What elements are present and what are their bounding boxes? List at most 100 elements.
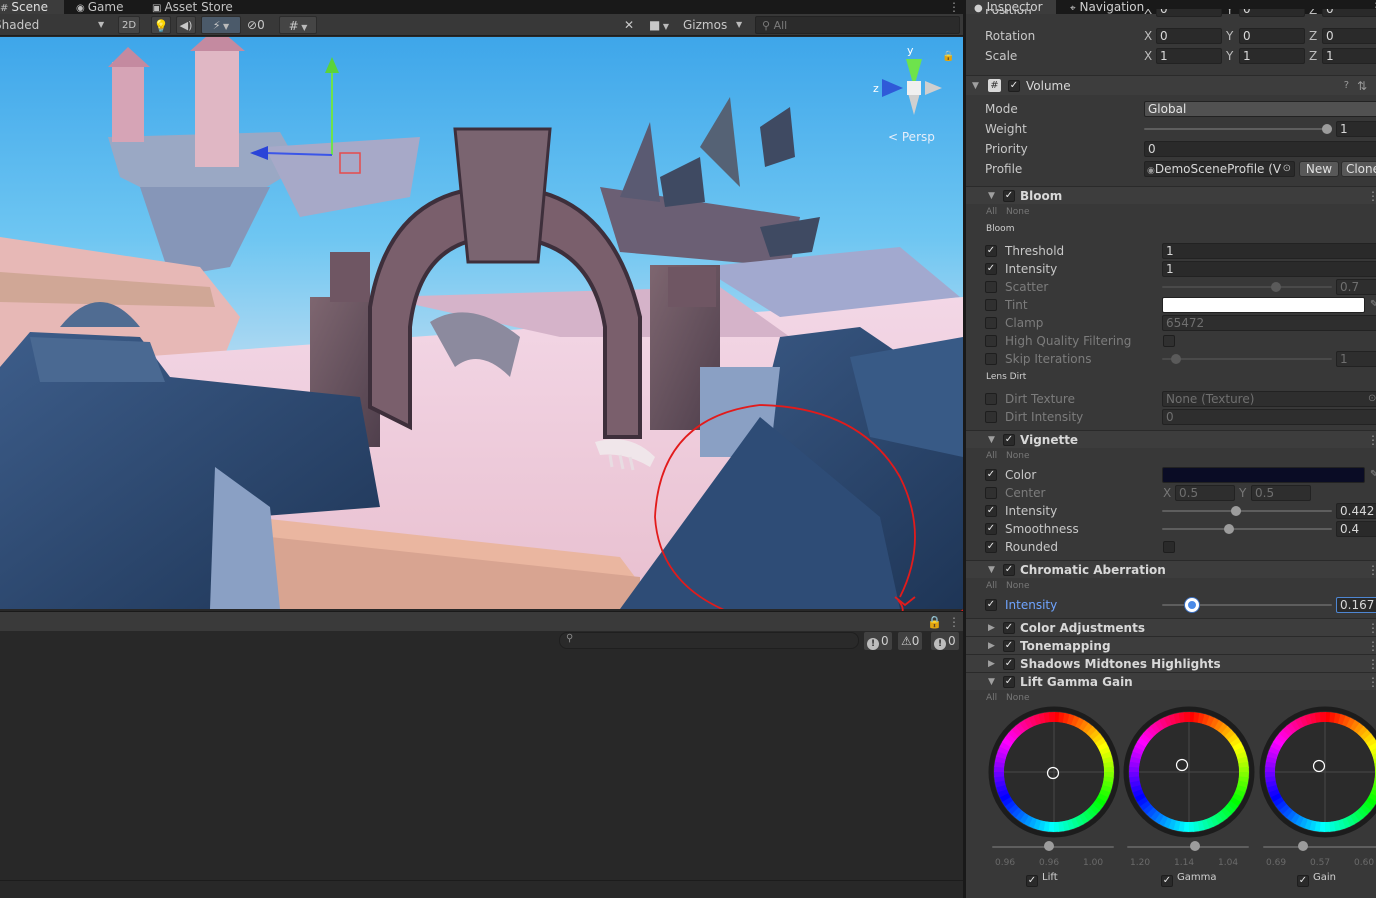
wheel-gain-override-checkbox[interactable]: ✓ [1297,875,1309,887]
skip-iterations-slider-handle[interactable] [1171,354,1181,364]
help-icon[interactable]: ? [1344,76,1349,96]
position-y-field[interactable]: 0 [1239,9,1305,17]
bloom-all-toggle[interactable]: All [986,207,997,217]
vignette-intensity-field[interactable]: 0.442 [1336,503,1376,519]
dirt-texture-field[interactable]: None (Texture) ⊙ [1162,391,1376,407]
new-profile-button[interactable]: New [1299,161,1339,177]
clamp-override-checkbox[interactable]: ✓ [985,317,997,329]
hierarchy-search-input[interactable]: ⚲ All [755,16,960,34]
bloom-intensity-field[interactable]: 1 [1162,261,1376,277]
hq-filtering-checkbox[interactable]: ✓ [1163,335,1175,347]
lift-gamma-gain-header[interactable]: ▼ ✓ Lift Gamma Gain ⋮ [966,672,1376,690]
dirt-intensity-field[interactable]: 0 [1162,409,1376,425]
eyedropper-icon[interactable]: ✎ [1370,296,1376,314]
grid-snap-dropdown[interactable]: # ▼ [279,16,317,34]
scatter-field[interactable]: 0.7 [1336,279,1376,295]
bloom-intensity-override-checkbox[interactable]: ✓ [985,263,997,275]
scale-z-field[interactable]: 1 [1322,48,1376,64]
tools-icon[interactable]: ✕ [624,16,640,34]
console-warning-toggle[interactable]: ⚠0 [898,632,923,650]
vignette-menu-icon[interactable]: ⋮ [1367,431,1376,449]
scene-menu-icon[interactable]: ⋮ [948,1,960,13]
color-wheel-gain[interactable] [1259,706,1376,838]
effects-dropdown[interactable]: ⚡ ▼ [201,16,241,34]
skip-iterations-override-checkbox[interactable]: ✓ [985,353,997,365]
chromatic-intensity-field[interactable]: 0.167 [1336,597,1376,613]
weight-slider-track[interactable] [1144,128,1329,130]
wheel-lift-override-checkbox[interactable]: ✓ [1026,875,1038,887]
wheel-gain-slider-handle[interactable] [1298,841,1308,851]
camera-dropdown[interactable]: ■ ▼ [649,16,679,34]
scale-x-field[interactable]: 1 [1156,48,1222,64]
vignette-center-y-field[interactable]: 0.5 [1251,485,1311,501]
dirt-intensity-override-checkbox[interactable]: ✓ [985,411,997,423]
lock-icon[interactable]: 🔒 [927,616,942,628]
vignette-center-override-checkbox[interactable]: ✓ [985,487,997,499]
wheel-gain-slider-track[interactable] [1263,846,1376,848]
bloom-override-header[interactable]: ▼ ✓ Bloom ⋮ [966,186,1376,204]
tab-asset-store[interactable]: ▣ Asset Store [148,0,233,14]
position-z-field[interactable]: 0 [1322,9,1376,17]
scatter-slider-handle[interactable] [1271,282,1281,292]
dirt-texture-override-checkbox[interactable]: ✓ [985,393,997,405]
wheel-gamma-override-checkbox[interactable]: ✓ [1161,875,1173,887]
lock-icon[interactable]: 🔒 [942,50,954,62]
priority-field[interactable]: 0 [1144,141,1376,157]
chromatic-menu-icon[interactable]: ⋮ [1367,561,1376,579]
tint-color-field[interactable] [1162,297,1365,313]
projection-label[interactable]: < Persp [888,130,935,144]
vignette-enabled-checkbox[interactable]: ✓ [1003,434,1015,446]
eyedropper-icon[interactable]: ✎ [1370,466,1376,484]
volume-enabled-checkbox[interactable]: ✓ [1008,80,1020,92]
console-info-toggle[interactable]: ! 0 [864,632,892,650]
color-wheel-gamma[interactable] [1123,706,1255,838]
chromatic-aberration-header[interactable]: ▼ ✓ Chromatic Aberration ⋮ [966,560,1376,578]
tint-override-checkbox[interactable]: ✓ [985,299,997,311]
scene-viewport[interactable]: y z < Persp 🔒 [0,37,963,609]
position-x-field[interactable]: 0 [1156,9,1222,17]
vignette-rounded-checkbox[interactable]: ✓ [1163,541,1175,553]
rotation-y-field[interactable]: 0 [1239,28,1305,44]
object-picker-icon[interactable]: ⊙ [1368,392,1376,406]
clone-profile-button[interactable]: Clone [1341,161,1376,177]
chromatic-intensity-slider-handle[interactable] [1185,598,1199,612]
lighting-toggle-icon[interactable]: 💡 [151,16,171,34]
vignette-intensity-slider-handle[interactable] [1231,506,1241,516]
profile-field[interactable]: ◉DemoSceneProfile (V ⊙ [1144,161,1295,177]
console-search-input[interactable]: ⚲ [559,632,859,649]
color-adjustments-header[interactable]: ▶ ✓ Color Adjustments ⋮ [966,618,1376,636]
chromatic-none-toggle[interactable]: None [1006,581,1029,591]
preset-icon[interactable]: ⇅ [1357,76,1367,96]
console-error-toggle[interactable]: ! 0 [931,632,959,650]
weight-slider-handle[interactable] [1322,124,1332,134]
lift-gamma-gain-menu-icon[interactable]: ⋮ [1367,673,1376,691]
tonemapping-enabled-checkbox[interactable]: ✓ [1003,640,1015,652]
chromatic-intensity-override-checkbox[interactable]: ✓ [985,599,997,611]
clamp-field[interactable]: 65472 [1162,315,1376,331]
bloom-enabled-checkbox[interactable]: ✓ [1003,190,1015,202]
bloom-menu-icon[interactable]: ⋮ [1367,187,1376,205]
scale-y-field[interactable]: 1 [1239,48,1305,64]
tab-scene[interactable]: # Scene [0,0,64,14]
chromatic-all-toggle[interactable]: All [986,581,997,591]
gizmos-dropdown[interactable]: Gizmos ▼ [683,16,747,34]
vignette-smoothness-override-checkbox[interactable]: ✓ [985,523,997,535]
vignette-override-header[interactable]: ▼ ✓ Vignette ⋮ [966,430,1376,448]
color-adjustments-menu-icon[interactable]: ⋮ [1367,619,1376,637]
shading-mode-dropdown[interactable]: Shaded▼ [0,16,108,34]
lift-gamma-gain-enabled-checkbox[interactable]: ✓ [1003,676,1015,688]
vignette-intensity-slider-track[interactable] [1162,510,1332,512]
weight-field[interactable]: 1 [1336,121,1376,137]
console-menu-icon[interactable]: ⋮ [948,616,960,628]
vignette-smoothness-field[interactable]: 0.4 [1336,521,1376,537]
volume-component-header[interactable]: ▼ # ✓ Volume ? ⇅ [966,75,1376,95]
vignette-center-x-field[interactable]: 0.5 [1175,485,1235,501]
hidden-objects-toggle[interactable]: ⊘0 [247,16,275,34]
wheel-gamma-slider-handle[interactable] [1190,841,1200,851]
threshold-override-checkbox[interactable]: ✓ [985,245,997,257]
rotation-x-field[interactable]: 0 [1156,28,1222,44]
toggle-2d-button[interactable]: 2D [118,16,140,34]
vignette-intensity-override-checkbox[interactable]: ✓ [985,505,997,517]
color-wheel-lift[interactable] [988,706,1120,838]
hq-filtering-override-checkbox[interactable]: ✓ [985,335,997,347]
